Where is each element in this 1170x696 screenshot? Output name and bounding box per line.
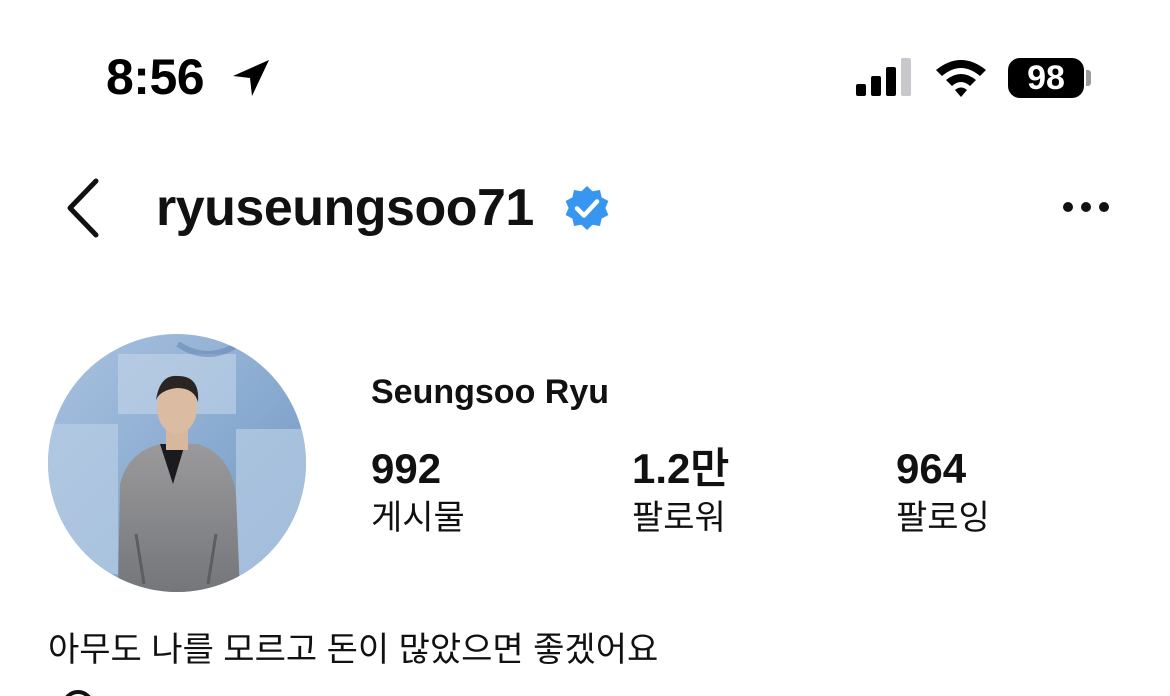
wifi-icon [936,60,986,97]
stat-following[interactable]: 964 팔로잉 [896,446,990,540]
stat-followers-count: 1.2만 [632,445,730,492]
more-options-icon[interactable] [1058,190,1114,224]
verified-badge-icon [565,186,609,230]
profile-avatar[interactable] [48,334,306,592]
location-arrow-icon [233,60,269,96]
threads-icon[interactable] [58,686,98,696]
battery-nub [1086,70,1091,86]
battery-level: 98 [1027,59,1065,97]
profile-bio: 아무도 나를 모르고 돈이 많았으면 좋겠어요 [48,631,659,669]
stat-followers-label: 팔로워 [632,499,726,537]
cellular-signal-icon [856,58,911,96]
back-chevron-icon[interactable] [60,175,110,241]
stat-followers[interactable]: 1.2만 팔로워 [632,446,729,540]
profile-username: ryuseungsoo71 [156,179,534,237]
battery-icon: 98 [1008,58,1084,98]
status-time: 8:56 [106,49,205,105]
status-bar: 8:56 98 [0,0,1170,150]
instagram-profile-screen: 8:56 98 ryuseungsoo71 Seungsoo Ryu 992 게… [0,0,1170,696]
stat-posts[interactable]: 992 게시물 [371,446,465,540]
profile-display-name: Seungsoo Ryu [371,373,610,411]
stat-posts-count: 992 [371,445,442,492]
stat-following-label: 팔로잉 [896,499,990,537]
avatar-photo [48,334,306,592]
stat-posts-label: 게시물 [371,499,465,537]
stat-following-count: 964 [896,445,967,492]
